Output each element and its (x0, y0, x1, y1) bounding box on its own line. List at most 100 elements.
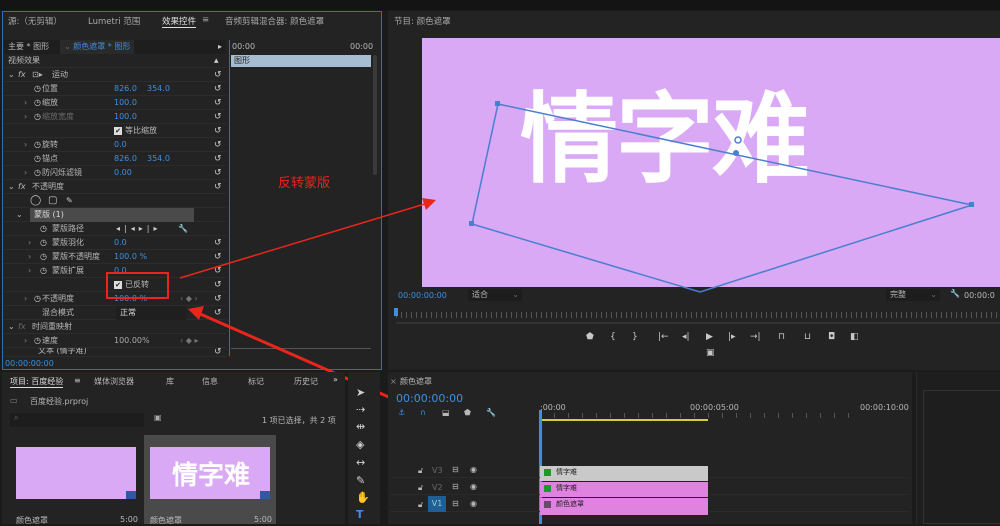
program-scroll-bar[interactable] (396, 322, 1000, 324)
annotation-arrowhead (422, 198, 436, 210)
track-name[interactable]: V3 (432, 466, 443, 475)
sync-lock-icon[interactable]: ⊟ (452, 499, 459, 508)
fit-label: 适合 (472, 290, 488, 299)
quality-dropdown[interactable]: 完整 ⌄ (886, 289, 940, 301)
safe-margins-icon[interactable]: ▣ (706, 348, 715, 358)
add-marker-icon[interactable]: ⬟ (586, 332, 594, 342)
type-tool-icon[interactable]: T (356, 508, 364, 521)
clip-v2[interactable]: 情字难 (540, 482, 708, 497)
track-select-tool-icon[interactable]: ⇢ (356, 403, 365, 416)
timeline-settings-wrench-icon[interactable]: 🔧 (486, 408, 496, 417)
eye-icon[interactable]: ◉ (470, 499, 477, 508)
clip-v1[interactable]: 颜色遮罩 (540, 498, 708, 515)
lock-icon[interactable]: 🔓︎ (418, 483, 423, 493)
track-name-active[interactable]: V1 (428, 496, 446, 512)
mask-outline (471, 103, 975, 293)
tab-libraries[interactable]: 库 (166, 376, 174, 387)
ripple-edit-tool-icon[interactable]: ⇹ (356, 420, 365, 433)
ruler-label: 00:00:05:00 (690, 403, 739, 412)
clip-v3[interactable]: 情字难 (540, 466, 708, 481)
slip-tool-icon[interactable]: ↔ (356, 456, 365, 469)
item-duration: 5:00 (254, 515, 272, 524)
hand-tool-icon[interactable]: ✋ (356, 491, 370, 504)
mask-center-handle (733, 150, 739, 156)
panel-menu-icon[interactable]: ≡ (74, 376, 81, 385)
mask-vertex (469, 221, 474, 226)
timeline-title[interactable]: 颜色遮罩 (400, 376, 432, 387)
clip-name: 情字难 (556, 468, 577, 476)
meter-area (923, 390, 1000, 524)
pen-tool-icon[interactable]: ✎ (356, 474, 365, 487)
extract-icon[interactable]: ⊔ (804, 332, 811, 342)
quality-label: 完整 (890, 290, 906, 299)
project-file-icon: ▭ (10, 396, 18, 405)
play-icon[interactable]: ▶ (706, 332, 713, 342)
more-panels-icon[interactable]: » (333, 375, 338, 384)
settings-wrench-icon[interactable]: 🔧 (950, 289, 960, 298)
selection-count: 1 项已选择，共 2 项 (262, 416, 336, 425)
linked-selection-icon[interactable]: ∩ (420, 408, 426, 417)
project-item-selected[interactable]: 情字难 颜色遮罩 5:00 (144, 435, 276, 525)
fit-dropdown[interactable]: 适合 ⌄ (468, 289, 522, 301)
timeline-ruler[interactable] (540, 413, 850, 418)
tab-history[interactable]: 历史记 (294, 376, 318, 387)
highlight-box-inverted (106, 272, 169, 299)
item-thumbnail (16, 447, 136, 499)
sync-lock-icon[interactable]: ⊟ (452, 482, 459, 491)
program-playhead[interactable] (394, 308, 398, 316)
eye-icon[interactable]: ◉ (470, 465, 477, 474)
comparison-view-icon[interactable]: ◧ (850, 332, 859, 342)
project-search-input[interactable]: ⌕ (10, 413, 144, 427)
item-name: 颜色遮罩 (150, 516, 182, 525)
lock-icon[interactable]: 🔓︎ (418, 466, 423, 476)
item-duration: 5:00 (120, 515, 138, 524)
annotation-arrow-line (179, 202, 429, 279)
export-frame-camera-icon[interactable]: ◘ (828, 332, 835, 342)
step-back-icon[interactable]: ◂| (682, 332, 690, 342)
step-forward-icon[interactable]: |▸ (728, 332, 736, 342)
clip-fx-icon (544, 501, 551, 508)
clip-name: 情字难 (556, 484, 577, 492)
selection-tool-icon[interactable]: ➤ (356, 386, 365, 399)
thumbnail-text: 情字难 (172, 461, 251, 491)
clip-fx-icon (544, 485, 551, 492)
eye-icon[interactable]: ◉ (470, 482, 477, 491)
work-area-bar[interactable] (540, 419, 708, 421)
clip-name: 颜色遮罩 (556, 500, 584, 508)
ruler-label: :00:00 (540, 403, 566, 412)
snap-icon[interactable]: ⚓ (398, 408, 405, 417)
track-name[interactable]: V2 (432, 483, 443, 492)
go-to-in-icon[interactable]: |← (658, 332, 669, 342)
ruler-label: 00:00:10:00 (860, 403, 909, 412)
lift-icon[interactable]: ⊓ (778, 332, 785, 342)
go-to-out-icon[interactable]: →| (750, 332, 761, 342)
audio-meter-panel (916, 372, 1000, 524)
tab-media-browser[interactable]: 媒体浏览器 (94, 376, 134, 387)
new-search-bin-icon[interactable]: ▣ (154, 413, 162, 422)
sync-lock-icon[interactable]: ⊟ (452, 465, 459, 474)
program-duration: 00:00:0 (964, 291, 995, 300)
tab-markers[interactable]: 标记 (248, 376, 264, 387)
item-name: 颜色遮罩 (16, 516, 48, 525)
program-time-ruler[interactable] (396, 312, 1000, 318)
razor-tool-icon[interactable]: ◈ (356, 438, 364, 451)
marker-icon[interactable]: ⬟ (464, 408, 471, 417)
mark-out-icon[interactable]: } (632, 332, 638, 342)
item-type-icon (126, 491, 136, 499)
mask-vertex (495, 101, 500, 106)
project-file-name: 百度经验.prproj (30, 397, 89, 406)
close-tab-icon[interactable]: × (390, 377, 397, 386)
mask-feather-handle (734, 136, 742, 144)
tab-info[interactable]: 信息 (202, 376, 218, 387)
tab-project[interactable]: 项目: 百度经验 (10, 376, 64, 388)
clip-fx-icon (544, 469, 551, 476)
item-thumbnail: 情字难 (150, 447, 270, 499)
lock-icon[interactable]: 🔓︎ (418, 500, 423, 510)
project-item[interactable]: 颜色遮罩 5:00 (10, 435, 143, 525)
timeline-timecode[interactable]: 00:00:00:00 (396, 392, 463, 405)
mask-vertex (969, 202, 974, 207)
program-timecode[interactable]: 00:00:00:00 (398, 291, 447, 300)
item-type-icon (260, 491, 270, 499)
add-marker-icon[interactable]: ⬓ (442, 408, 450, 417)
mark-in-icon[interactable]: { (610, 332, 616, 342)
